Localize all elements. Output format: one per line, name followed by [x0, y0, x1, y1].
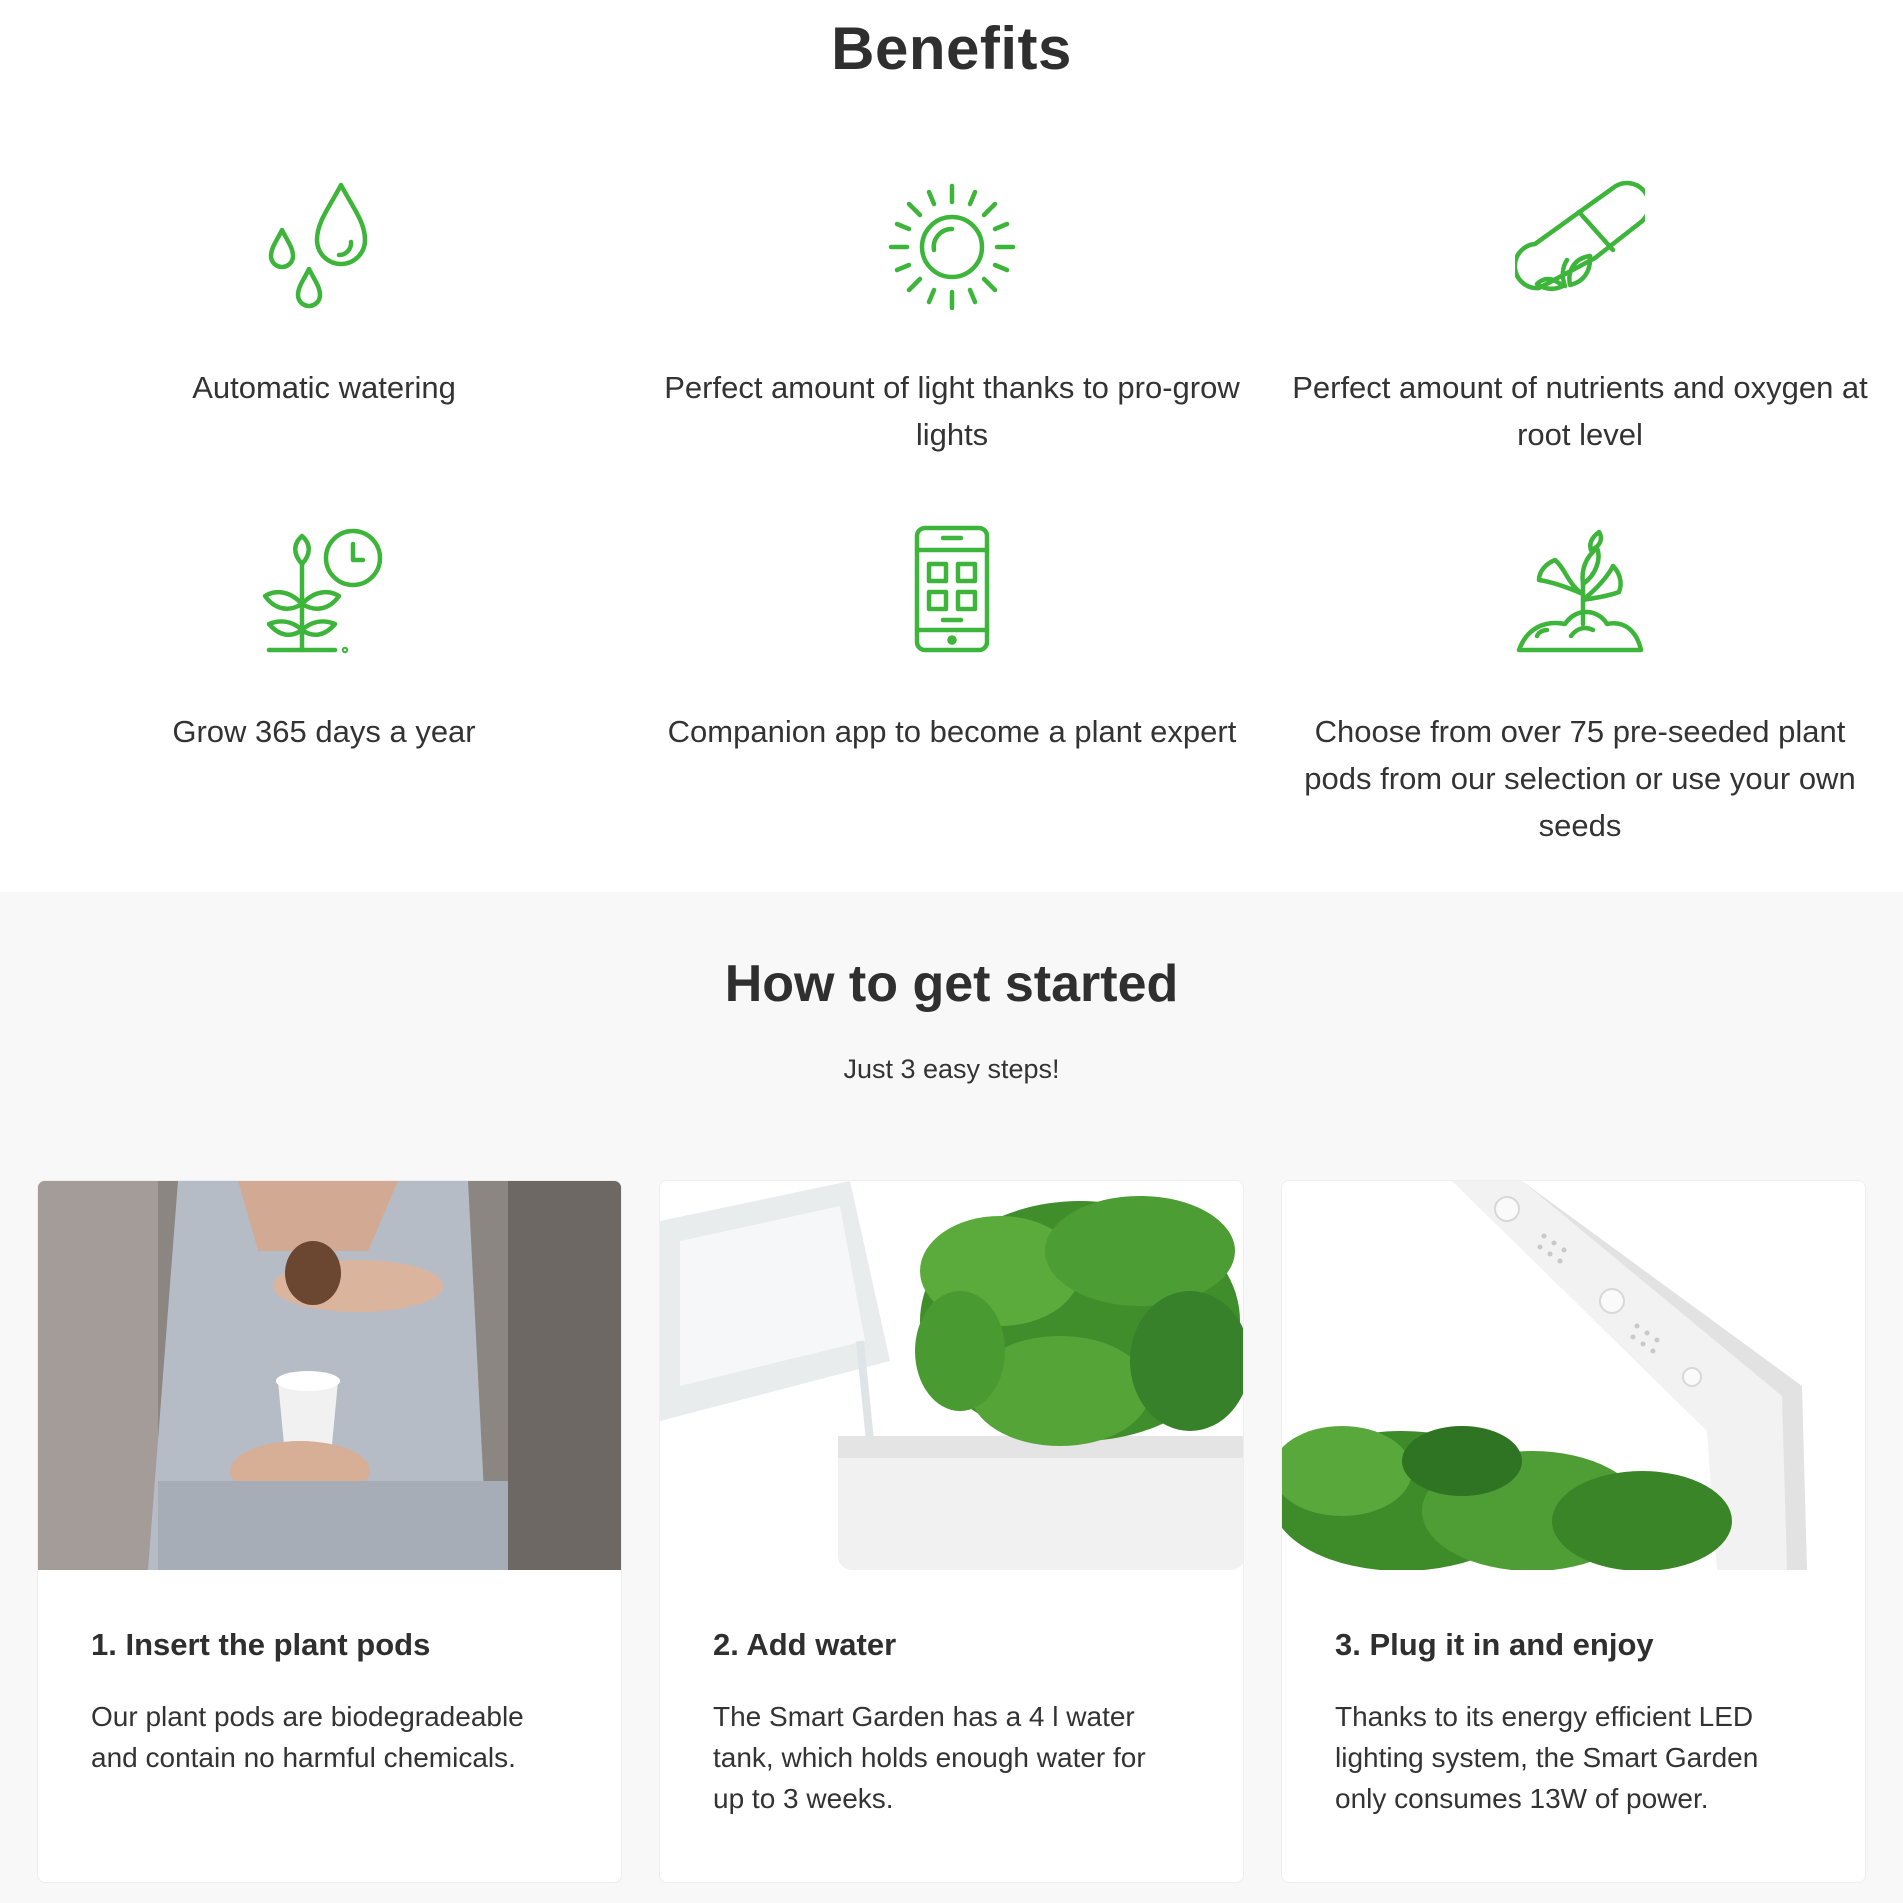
plant-clock-icon	[259, 524, 389, 654]
benefits-title: Benefits	[831, 15, 1072, 82]
sprout-soil-icon	[1515, 524, 1645, 654]
step-title: 1. Insert the plant pods	[91, 1627, 431, 1662]
step-card-add-water: 2. Add water The Smart Garden has a 4 l …	[659, 1180, 1244, 1883]
benefits-section: Benefits Automatic watering Perfect amou…	[0, 0, 1903, 892]
step-text: Thanks to its energy efficient LED light…	[1335, 1701, 1759, 1814]
benefit-label: Companion app to become a plant expert	[667, 714, 1237, 749]
how-to-get-started-section: How to get started Just 3 easy steps! 1.…	[0, 892, 1903, 1903]
section-title: How to get started	[724, 955, 1179, 1013]
sun-icon	[887, 180, 1017, 310]
step-photo-add-water	[660, 1181, 1243, 1570]
benefit-label: Perfect amount of light thanks to pro-gr…	[664, 370, 1240, 452]
step-text: The Smart Garden has a 4 l water tank, w…	[713, 1701, 1146, 1814]
benefit-label: Perfect amount of nutrients and oxygen a…	[1292, 370, 1868, 452]
step-photo-insert-pods	[38, 1181, 621, 1570]
benefit-label: Choose from over 75 pre-seeded plant pod…	[1304, 714, 1856, 843]
benefit-label: Grow 365 days a year	[172, 714, 476, 749]
step-text: Our plant pods are biodegradeable and co…	[91, 1701, 524, 1773]
step-title: 3. Plug it in and enjoy	[1335, 1627, 1654, 1662]
step-card-plug-in: 3. Plug it in and enjoy Thanks to its en…	[1281, 1180, 1866, 1883]
section-subtitle: Just 3 easy steps!	[843, 1054, 1060, 1084]
smartphone-app-icon	[887, 524, 1017, 654]
water-drops-icon	[259, 180, 389, 310]
step-title: 2. Add water	[713, 1627, 897, 1662]
step-card-insert-pods: 1. Insert the plant pods Our plant pods …	[37, 1180, 622, 1883]
nutrient-capsule-icon	[1515, 180, 1645, 310]
benefit-label: Automatic watering	[192, 370, 456, 405]
step-photo-plug-in	[1282, 1181, 1865, 1570]
